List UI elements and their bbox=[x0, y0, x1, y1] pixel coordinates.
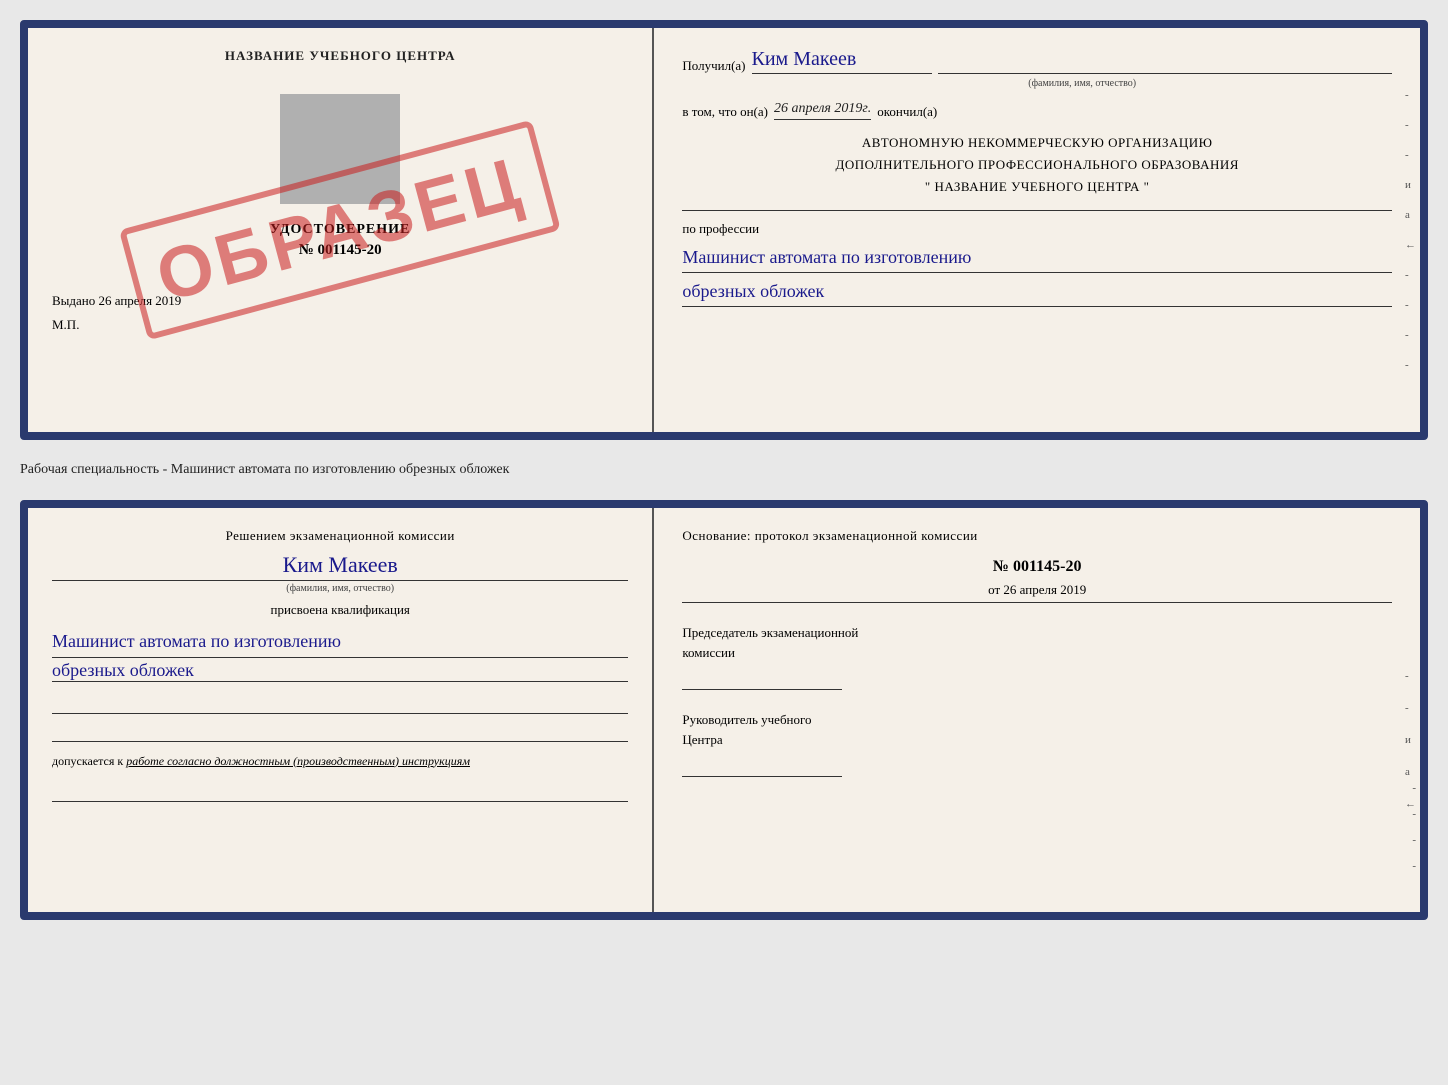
bottom-marks-right: ---- bbox=[1412, 782, 1416, 872]
certificate-bottom: Решением экзаменационной комиссии Ким Ма… bbox=[20, 500, 1428, 920]
cert-right-panel: Получил(а) Ким Макеев (фамилия, имя, отч… bbox=[654, 28, 1420, 432]
dopuskaetsya-rest: работе согласно должностным (производств… bbox=[126, 754, 470, 768]
ot-date-value: 26 апреля 2019 bbox=[1003, 582, 1086, 597]
org-line-1: АВТОНОМНУЮ НЕКОММЕРЧЕСКУЮ ОРГАНИЗАЦИЮ bbox=[682, 132, 1392, 154]
empty-line-3 bbox=[52, 778, 628, 802]
empty-line-2 bbox=[52, 718, 628, 742]
empty-line-1 bbox=[52, 690, 628, 714]
vtom-date: 26 апреля 2019г. bbox=[774, 101, 871, 120]
empty-lines bbox=[52, 690, 628, 742]
qual-line-2: обрезных обложек bbox=[52, 660, 628, 682]
ot-date-row: от 26 апреля 2019 bbox=[682, 582, 1392, 603]
rukovoditel-signature-line bbox=[682, 757, 842, 777]
poluchil-label: Получил(а) bbox=[682, 58, 745, 74]
udostoverenie-title: УДОСТОВЕРЕНИЕ bbox=[270, 222, 410, 238]
po-professii-label: по профессии bbox=[682, 221, 1392, 237]
resheniem-text: Решением экзаменационной комиссии bbox=[52, 528, 628, 544]
org-line-2: ДОПОЛНИТЕЛЬНОГО ПРОФЕССИОНАЛЬНОГО ОБРАЗО… bbox=[682, 154, 1392, 176]
specialty-subtitle: Рабочая специальность - Машинист автомат… bbox=[20, 456, 1428, 484]
dash-line bbox=[938, 73, 1392, 74]
okonchil-label: окончил(а) bbox=[877, 104, 937, 120]
osnovanie-text: Основание: протокол экзаменационной коми… bbox=[682, 528, 1392, 544]
predsedatel-signature-line bbox=[682, 670, 842, 690]
rukovoditel-block: Руководитель учебного Центра bbox=[682, 710, 1392, 777]
side-marks-top: ---иа←---- bbox=[1405, 89, 1416, 371]
prisvoena-text: присвоена квалификация bbox=[52, 602, 628, 618]
predsedatel-block: Председатель экзаменационной комиссии bbox=[682, 623, 1392, 690]
org-line-3: " НАЗВАНИЕ УЧЕБНОГО ЦЕНТРА " bbox=[682, 176, 1392, 198]
dopuskaetsya-label: допускается к bbox=[52, 754, 123, 768]
vtom-label: в том, что он(а) bbox=[682, 104, 768, 120]
fio-subtitle-bottom: (фамилия, имя, отчество) bbox=[52, 580, 628, 594]
poluchil-row: Получил(а) Ким Макеев bbox=[682, 48, 1392, 74]
page-wrapper: НАЗВАНИЕ УЧЕБНОГО ЦЕНТРА ОБРАЗЕЦ УДОСТОВ… bbox=[20, 20, 1428, 920]
profession-line-2: обрезных обложек bbox=[682, 277, 1392, 307]
vtom-row: в том, что он(а) 26 апреля 2019г. окончи… bbox=[682, 101, 1392, 120]
ot-label: от bbox=[988, 582, 1000, 597]
qual-line-1: Машинист автомата по изготовлению bbox=[52, 626, 628, 658]
vydano-date: 26 апреля 2019 bbox=[99, 293, 182, 308]
dopuskaetsya-block: допускается к работе согласно должностны… bbox=[52, 752, 628, 770]
org-block: АВТОНОМНУЮ НЕКОММЕРЧЕСКУЮ ОРГАНИЗАЦИЮ ДО… bbox=[682, 132, 1392, 198]
cert-left-panel: НАЗВАНИЕ УЧЕБНОГО ЦЕНТРА ОБРАЗЕЦ УДОСТОВ… bbox=[28, 28, 654, 432]
certificate-top: НАЗВАНИЕ УЧЕБНОГО ЦЕНТРА ОБРАЗЕЦ УДОСТОВ… bbox=[20, 20, 1428, 440]
mp-label: М.П. bbox=[52, 317, 79, 333]
rukovoditel-label: Руководитель учебного Центра bbox=[682, 710, 1392, 749]
cert-bottom-right: Основание: протокол экзаменационной коми… bbox=[654, 508, 1420, 912]
cert-bottom-left: Решением экзаменационной комиссии Ким Ма… bbox=[28, 508, 654, 912]
recipient-name-bottom: Ким Макеев bbox=[52, 552, 628, 578]
school-name-header: НАЗВАНИЕ УЧЕБНОГО ЦЕНТРА bbox=[225, 48, 456, 64]
fio-subtitle-top: (фамилия, имя, отчество) bbox=[772, 78, 1392, 89]
vydano-label: Выдано bbox=[52, 293, 95, 308]
vydano-line: Выдано 26 апреля 2019 bbox=[52, 293, 181, 309]
protocol-number: № 001145-20 bbox=[682, 558, 1392, 576]
photo-placeholder bbox=[280, 94, 400, 204]
recipient-name-top: Ким Макеев bbox=[752, 48, 932, 74]
udostoverenie-number: № 001145-20 bbox=[299, 242, 382, 259]
predsedatel-label: Председатель экзаменационной комиссии bbox=[682, 623, 1392, 662]
profession-line-1: Машинист автомата по изготовлению bbox=[682, 243, 1392, 273]
